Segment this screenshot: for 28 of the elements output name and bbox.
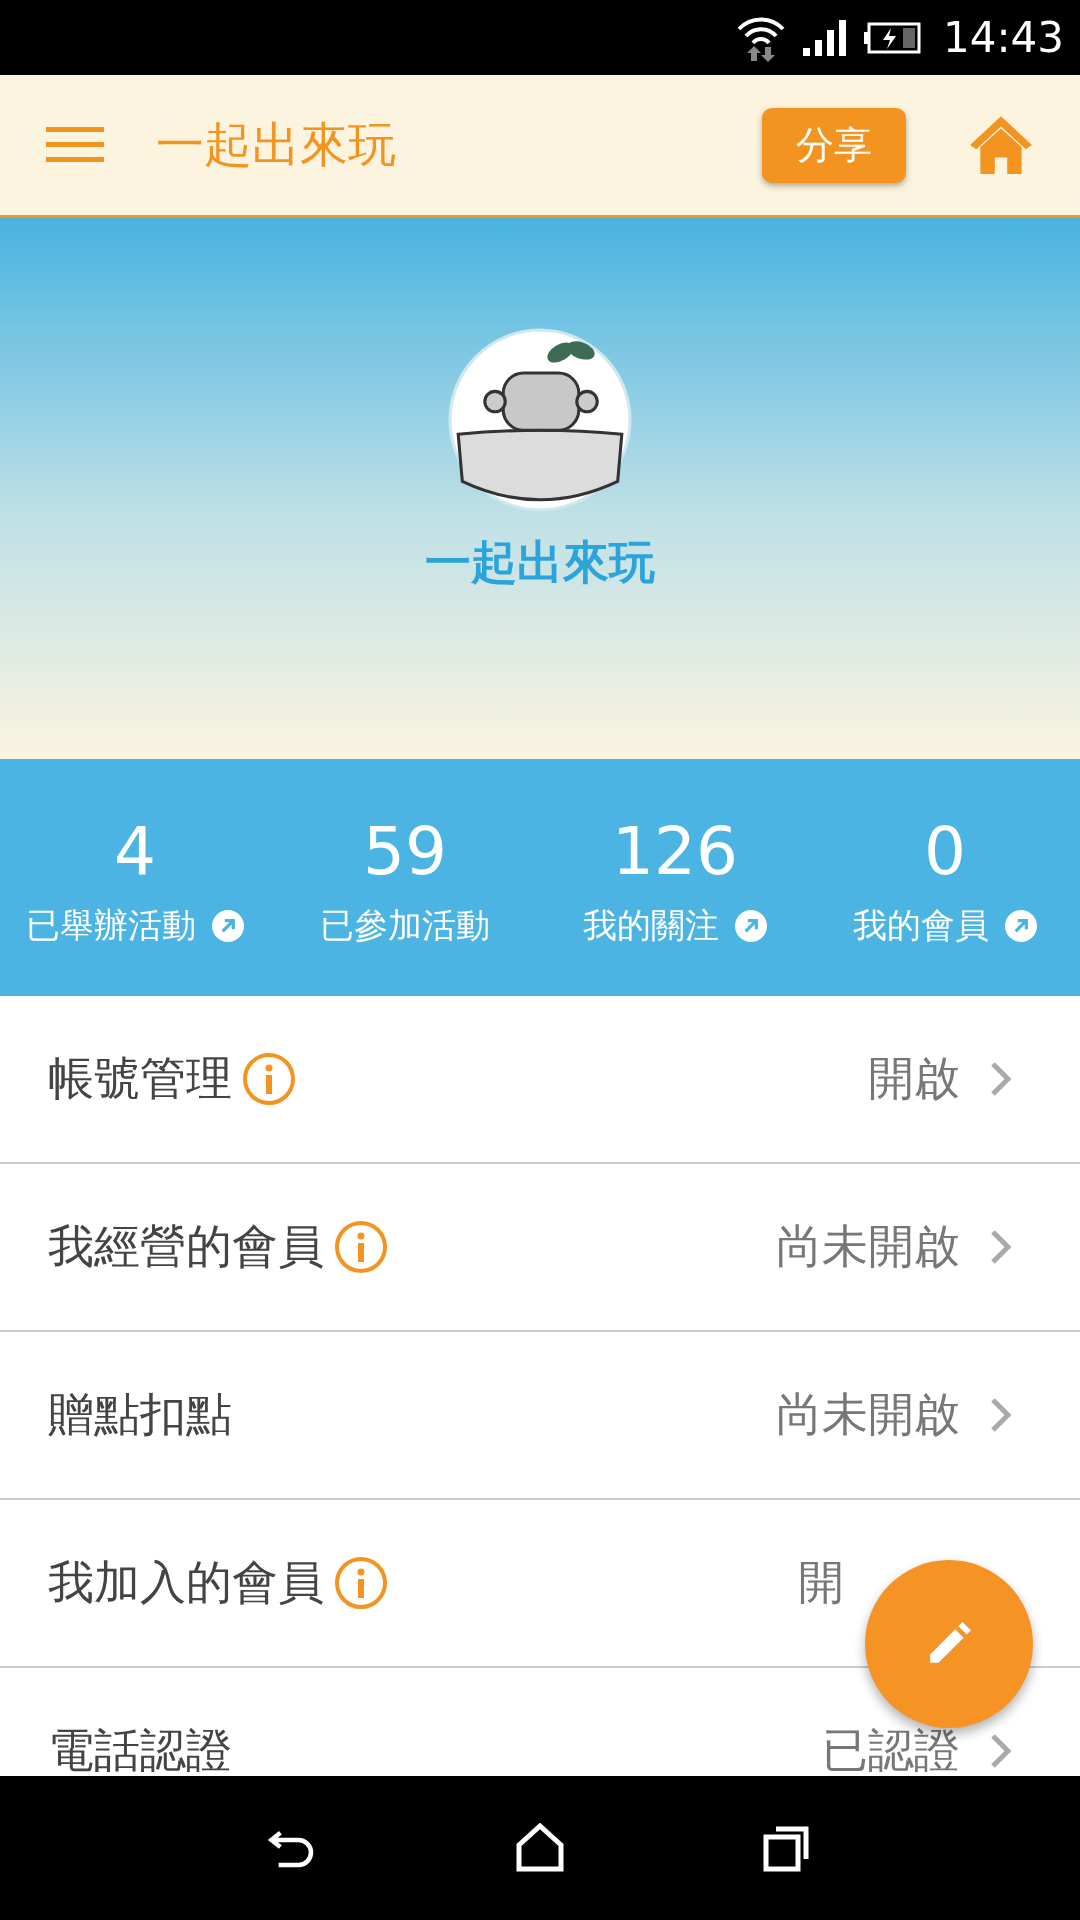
- setting-label[interactable]: 電話認證: [48, 1720, 232, 1776]
- setting-value: 尚未開啟: [776, 1386, 960, 1443]
- setting-value: 已認證: [822, 1722, 960, 1776]
- info-icon[interactable]: [242, 1052, 296, 1106]
- edit-button[interactable]: [865, 1560, 1033, 1728]
- stat-value: 126: [612, 819, 738, 885]
- status-time: 14:43: [942, 13, 1064, 62]
- stat-value: 59: [363, 819, 447, 885]
- setting-value: 開啟: [868, 1050, 960, 1107]
- menu-icon[interactable]: [46, 127, 104, 163]
- signal-icon: [800, 19, 849, 56]
- chevron-icon[interactable]: [990, 1061, 1012, 1097]
- app-title: 一起出來玩: [156, 115, 397, 174]
- setting-label[interactable]: 帳號管理: [48, 1048, 232, 1110]
- info-icon[interactable]: [334, 1556, 388, 1610]
- setting-label[interactable]: 贈點扣點: [48, 1384, 232, 1446]
- battery-icon: [862, 21, 921, 54]
- setting-label[interactable]: 我經營的會員: [48, 1216, 324, 1278]
- setting-label[interactable]: 我加入的會員: [48, 1552, 324, 1614]
- stat-value: 4: [114, 819, 156, 885]
- chevron-icon[interactable]: [990, 1229, 1012, 1265]
- stat-value: 0: [924, 819, 966, 885]
- profile-name: 一起出來玩: [425, 534, 655, 591]
- info-icon[interactable]: [334, 1220, 388, 1274]
- chevron-icon[interactable]: [990, 1397, 1012, 1433]
- setting-value: 尚未開啟: [776, 1218, 960, 1275]
- setting-value: 開: [798, 1554, 844, 1611]
- chevron-icon[interactable]: [990, 1733, 1012, 1769]
